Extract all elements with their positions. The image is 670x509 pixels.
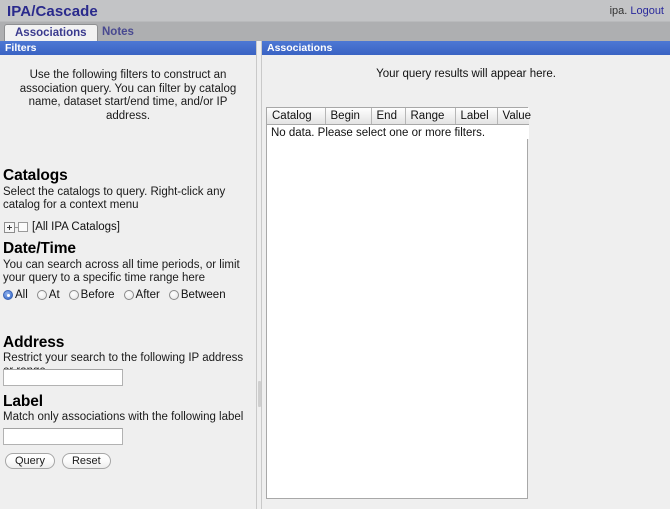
associations-panel: Your query results will appear here. Cat… [262, 55, 670, 509]
radio-unselected-icon [168, 290, 179, 300]
tab-associations[interactable]: Associations [4, 24, 98, 41]
filters-button-row: Query Reset [5, 453, 111, 469]
catalog-tree-root-label: [All IPA Catalogs] [32, 221, 120, 233]
filters-panel-title: Filters [5, 42, 37, 54]
radio-label-all: All [15, 289, 28, 301]
table-header-row: Catalog Begin End Range Label Value [267, 108, 531, 125]
catalog-tree-root-row[interactable]: [All IPA Catalogs] [4, 220, 120, 234]
results-table-container: Catalog Begin End Range Label Value No d… [266, 107, 531, 499]
radio-unselected-icon [123, 290, 134, 300]
radio-option-between[interactable]: Between [168, 289, 226, 301]
radio-option-all[interactable]: All [3, 289, 28, 301]
application-header: IPA/Cascade ipa. Logout [0, 0, 670, 22]
radio-selected-icon [3, 290, 13, 300]
radio-label-after: After [135, 289, 160, 301]
app-title: IPA/Cascade [7, 3, 98, 20]
user-session-area: ipa. Logout [610, 5, 664, 17]
plus-expander-icon[interactable] [4, 221, 15, 233]
results-table-body: No data. Please select one or more filte… [267, 124, 529, 139]
associations-panel-title: Associations [267, 42, 333, 54]
results-hint-text: Your query results will appear here. [376, 68, 556, 80]
radio-label-between: Between [180, 289, 226, 301]
label-heading: Label [3, 393, 43, 410]
column-header-label[interactable]: Label [455, 108, 498, 125]
logout-link[interactable]: Logout [630, 5, 664, 17]
logged-in-username: ipa. [609, 5, 628, 17]
label-input[interactable] [3, 428, 123, 445]
datetime-description: You can search across all time periods, … [3, 259, 240, 284]
splitter-grip-handle[interactable] [258, 381, 261, 407]
column-header-value[interactable]: Value [497, 108, 531, 125]
catalogs-heading: Catalogs [3, 167, 68, 184]
table-empty-message: No data. Please select one or more filte… [267, 124, 529, 139]
radio-option-at[interactable]: At [36, 289, 60, 301]
results-table: Catalog Begin End Range Label Value No d… [267, 108, 531, 139]
column-header-end[interactable]: End [371, 108, 406, 125]
filters-intro-text: Use the following filters to construct a… [19, 69, 237, 122]
radio-unselected-icon [36, 290, 47, 300]
datetime-radio-group: All At Before After Between [3, 289, 235, 301]
filters-panel: Use the following filters to construct a… [0, 55, 256, 509]
filters-panel-header: Filters [0, 41, 256, 55]
column-header-begin[interactable]: Begin [325, 108, 372, 125]
column-header-range[interactable]: Range [405, 108, 456, 125]
tab-notes[interactable]: Notes [92, 24, 144, 41]
query-button[interactable]: Query [5, 453, 55, 469]
tab-strip: Associations Notes [0, 22, 670, 41]
table-empty-row: No data. Please select one or more filte… [267, 124, 529, 139]
radio-label-at: At [48, 289, 60, 301]
catalogs-description: Select the catalogs to query. Right-clic… [3, 186, 226, 211]
address-input[interactable] [3, 369, 123, 386]
column-header-catalog[interactable]: Catalog [267, 108, 326, 125]
reset-button[interactable]: Reset [61, 453, 111, 469]
address-heading: Address [3, 334, 65, 351]
radio-option-after[interactable]: After [123, 289, 160, 301]
label-description: Match only associations with the followi… [3, 411, 244, 423]
radio-option-before[interactable]: Before [68, 289, 115, 301]
datetime-heading: Date/Time [3, 240, 76, 257]
radio-label-before: Before [80, 289, 115, 301]
catalog-checkbox-icon[interactable] [18, 222, 28, 232]
radio-unselected-icon [68, 290, 79, 300]
associations-panel-header: Associations [262, 41, 670, 55]
